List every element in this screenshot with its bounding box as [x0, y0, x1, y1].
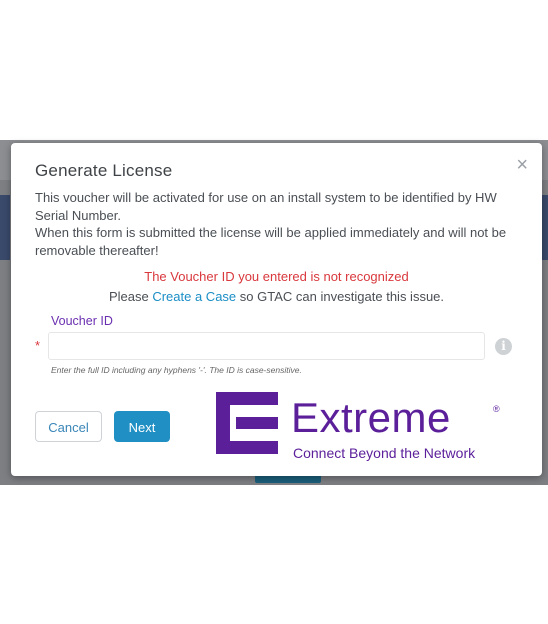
cancel-button[interactable]: Cancel [35, 411, 102, 442]
info-icon[interactable]: i [495, 338, 512, 355]
logo-wordmark: Extreme [291, 394, 451, 441]
dialog-description: This voucher will be activated for use o… [35, 189, 520, 259]
next-button[interactable]: Next [114, 411, 170, 442]
help-prefix: Please [108, 289, 149, 304]
error-message: The Voucher ID you entered is not recogn… [144, 269, 409, 284]
help-message: Please Create a Case so GTAC can investi… [11, 289, 542, 304]
create-case-link[interactable]: Create a Case [152, 289, 236, 304]
required-marker: * [35, 338, 41, 353]
logo-registered-mark: ® [493, 404, 500, 414]
help-suffix: so GTAC can investigate this issue. [239, 289, 445, 304]
voucher-id-hint: Enter the full ID including any hyphens … [51, 365, 302, 375]
voucher-id-input[interactable] [48, 332, 485, 360]
dialog-title: Generate License [35, 161, 173, 180]
description-line-2: When this form is submitted the license … [35, 225, 507, 258]
description-line-1: This voucher will be activated for use o… [35, 190, 497, 223]
backdrop-panel-left [0, 195, 10, 260]
extreme-networks-logo: Extreme ® Connect Beyond the Network [216, 390, 516, 465]
close-icon[interactable]: × [516, 155, 528, 175]
generate-license-dialog: Generate License × This voucher will be … [11, 143, 542, 476]
voucher-id-label: Voucher ID [51, 314, 113, 328]
extreme-e-logo-icon [216, 392, 278, 454]
logo-tagline: Connect Beyond the Network [293, 445, 476, 461]
